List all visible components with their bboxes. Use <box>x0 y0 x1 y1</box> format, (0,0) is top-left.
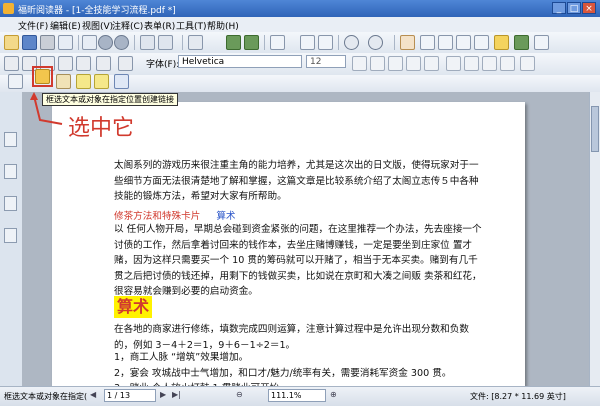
paragraph-math: 在各地的商家进行修练，填数完成四则运算，注意计算过程中是允许出现分数和负数的，例… <box>114 324 469 351</box>
subscript-icon[interactable] <box>424 56 439 71</box>
menu-help[interactable]: 帮助(H) <box>207 19 239 32</box>
callout-text: 选中它 <box>68 116 135 141</box>
next-page-icon[interactable] <box>114 35 129 50</box>
zoom-out-button[interactable]: ⊖ <box>236 390 243 399</box>
menu-view[interactable]: 视图(V) <box>82 19 113 32</box>
arrow-tool-icon[interactable] <box>114 74 129 89</box>
open-icon[interactable] <box>4 35 19 50</box>
list-item-1: 1，商工人脉 “增筑”效果增加。 <box>114 352 249 363</box>
subheading-red: 修茶方法和特殊卡片 <box>114 211 201 222</box>
paragraph-intro: 太阁系列的游戏历来很注重主角的能力培养，尤其是这次出的日文版，使得玩家对于一些细… <box>114 160 479 203</box>
page-number-field[interactable]: 1 / 13 <box>104 389 156 402</box>
redo-icon[interactable] <box>244 35 259 50</box>
email-icon[interactable] <box>58 35 73 50</box>
text-tool-icon[interactable] <box>76 74 91 89</box>
image-icon[interactable] <box>58 56 73 71</box>
window-title: 福昕阅读器 - [1-全技能学习流程.pdf *] <box>18 6 176 16</box>
subheading: 修茶方法和特殊卡片 算术 <box>114 208 236 222</box>
menu-tools[interactable]: 工具(T) <box>176 19 207 32</box>
list-item-2: 2，宴会 攻城战中士气增加，和口才/魅力/统率有关，需要消耗军资金 300 贯。 <box>114 368 452 379</box>
status-text: 框选文本或对象在指定( <box>4 392 88 401</box>
italic-icon[interactable] <box>370 56 385 71</box>
app-icon <box>3 3 14 14</box>
move-icon[interactable] <box>118 56 133 71</box>
zoom-out-icon[interactable] <box>344 35 359 50</box>
section-heading: 算术 <box>114 296 153 318</box>
menu-edit[interactable]: 编辑(E) <box>50 19 81 32</box>
select-icon[interactable] <box>4 56 19 71</box>
justify-icon[interactable] <box>500 56 515 71</box>
minimize-button[interactable]: _ <box>552 2 566 14</box>
font-label: 字体(F): <box>146 60 180 70</box>
save-icon[interactable] <box>22 35 37 50</box>
forward-icon[interactable] <box>158 35 173 50</box>
main-toolbar <box>0 32 600 54</box>
font-color-icon[interactable] <box>520 56 535 71</box>
close-button[interactable]: × <box>582 2 596 14</box>
align-left-icon[interactable] <box>446 56 461 71</box>
menu-comment[interactable]: 注释(C) <box>112 19 143 32</box>
underline-icon[interactable] <box>388 56 403 71</box>
snapshot-icon[interactable] <box>456 35 471 50</box>
vertical-scrollbar[interactable] <box>589 92 600 386</box>
zoom-in-button[interactable]: ⊕ <box>330 390 337 399</box>
typewriter-icon[interactable] <box>474 35 489 50</box>
cursor-icon[interactable] <box>438 35 453 50</box>
file-attachment-icon[interactable] <box>56 74 71 89</box>
subheading-blue: 算术 <box>216 211 236 222</box>
find-icon[interactable] <box>534 35 549 50</box>
pencil-icon[interactable] <box>8 74 23 89</box>
font-family-select[interactable]: Helvetica <box>178 55 302 68</box>
status-bar: 框选文本或对象在指定( ◀ 1 / 13 ▶ ▶| ⊖ 111.1% ⊕ 文件:… <box>0 386 600 406</box>
zoom-level-field[interactable]: 111.1% <box>268 389 326 402</box>
prev-page-icon[interactable] <box>98 35 113 50</box>
bold-icon[interactable] <box>352 56 367 71</box>
maximize-button[interactable]: □ <box>567 2 581 14</box>
select-text-icon[interactable] <box>420 35 435 50</box>
document-size: 文件: [8.27 * 11.69 英寸] <box>470 392 566 401</box>
hand-tool-icon[interactable] <box>400 35 415 50</box>
tooltip: 框选文本或对象在指定位置创建链接 <box>42 93 178 106</box>
font-size-select[interactable]: 12 <box>306 55 346 68</box>
paragraph-money: 以 任何人物开局，早期总会碰到资金紧张的问题，在这里推荐一个办法，先去座接一个讨… <box>114 224 482 298</box>
menu-form[interactable]: 表单(R) <box>144 19 175 32</box>
align-center-icon[interactable] <box>464 56 479 71</box>
superscript-icon[interactable] <box>406 56 421 71</box>
link-tool-highlight <box>32 66 53 87</box>
navigation-pane <box>0 92 23 386</box>
bookmarks-icon[interactable] <box>4 132 17 147</box>
rotate-icon[interactable] <box>96 56 111 71</box>
last-page-button[interactable]: ▶| <box>172 390 181 399</box>
prev-page-button[interactable]: ◀ <box>90 390 96 399</box>
fit-page-icon[interactable] <box>300 35 315 50</box>
back-icon[interactable] <box>140 35 155 50</box>
zoom-plus-icon[interactable] <box>368 35 383 50</box>
pages-icon[interactable] <box>4 164 17 179</box>
align-right-icon[interactable] <box>482 56 497 71</box>
attachments-icon[interactable] <box>4 228 17 243</box>
highlighter-icon[interactable] <box>494 35 509 50</box>
zoom-in-icon[interactable] <box>270 35 285 50</box>
next-page-button[interactable]: ▶ <box>160 390 166 399</box>
undo-icon[interactable] <box>226 35 241 50</box>
first-page-icon[interactable] <box>82 35 97 50</box>
comment-tool-icon[interactable] <box>94 74 109 89</box>
page-icon[interactable] <box>188 35 203 50</box>
format-toolbar: 字体(F): Helvetica 12 <box>0 53 600 76</box>
menu-bar: 文件(F) 编辑(E) 视图(V) 注释(C) 表单(R) 工具(T) 帮助(H… <box>0 17 600 33</box>
print-icon[interactable] <box>40 35 55 50</box>
scrollbar-thumb[interactable] <box>591 106 599 152</box>
layers-icon[interactable] <box>4 196 17 211</box>
title-bar: 福昕阅读器 - [1-全技能学习流程.pdf *] _ □ × <box>0 0 600 17</box>
menu-file[interactable]: 文件(F) <box>18 19 48 32</box>
stamp-icon[interactable] <box>514 35 529 50</box>
fit-width-icon[interactable] <box>318 35 333 50</box>
attach-icon[interactable] <box>76 56 91 71</box>
